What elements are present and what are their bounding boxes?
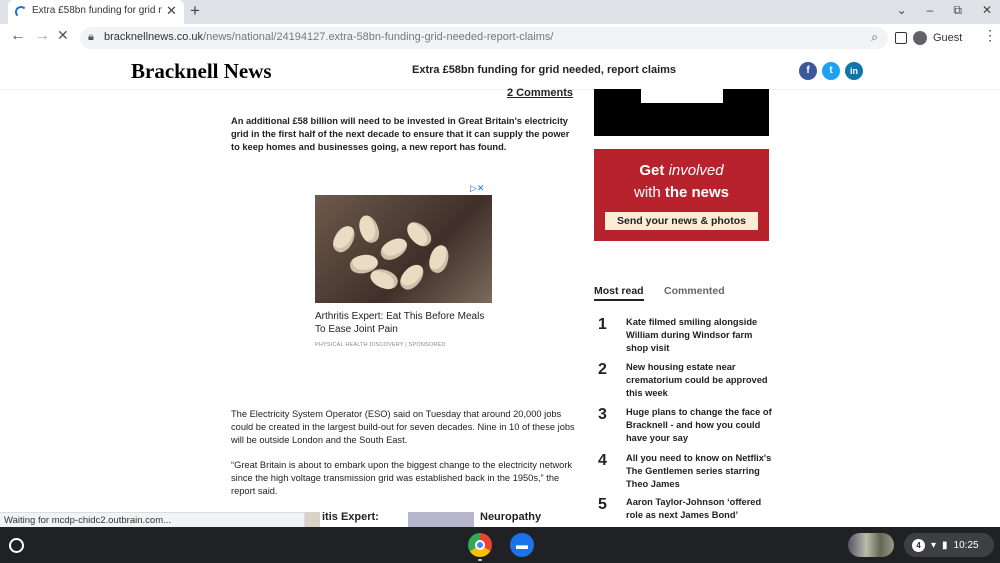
- url-text[interactable]: bracknellnews.co.uk/news/national/241941…: [104, 31, 553, 43]
- ad-image-detail: [329, 222, 359, 256]
- ad-image[interactable]: [315, 195, 492, 303]
- stop-icon[interactable]: ✕: [57, 27, 69, 44]
- address-bar[interactable]: 🔒︎ bracknellnews.co.uk/news/national/241…: [80, 27, 888, 49]
- site-logo[interactable]: Bracknell News: [131, 59, 272, 84]
- minimize-icon[interactable]: –: [927, 3, 934, 18]
- promo-line-1a: Get: [639, 162, 669, 179]
- recommendation-title[interactable]: Neuropathy: [480, 511, 541, 523]
- zoom-icon[interactable]: ⌕: [871, 30, 878, 45]
- clock: 10:25: [953, 539, 979, 551]
- ad-image-detail: [396, 260, 428, 294]
- forward-icon[interactable]: →: [34, 27, 50, 45]
- ad-image-detail: [377, 234, 411, 264]
- ad-choices-icon[interactable]: ▷✕: [470, 183, 484, 194]
- wifi-icon: ▾: [931, 539, 937, 551]
- recommendation-title[interactable]: itis Expert:: [322, 511, 379, 523]
- launcher-icon[interactable]: [9, 538, 24, 553]
- most-read-item[interactable]: Huge plans to change the face of Brackne…: [626, 406, 776, 445]
- kebab-menu-icon[interactable]: ⋮: [983, 27, 997, 44]
- facebook-icon[interactable]: f: [799, 62, 817, 80]
- tab-close-icon[interactable]: ✕: [166, 3, 177, 19]
- battery-icon: ▮: [942, 539, 948, 551]
- screen-capture-thumbnail[interactable]: [848, 533, 894, 557]
- chrome-app-icon-center: [475, 540, 485, 550]
- most-read-item[interactable]: Kate filmed smiling alongside William du…: [626, 316, 776, 355]
- running-indicator: [478, 559, 482, 561]
- promo-line-2a: with: [633, 184, 665, 201]
- promo-line-2: with the news: [594, 184, 769, 201]
- chrome-app-icon[interactable]: [468, 533, 492, 557]
- most-read-item[interactable]: All you need to know on Netflix's The Ge…: [626, 452, 776, 491]
- os-shelf: ▬ 4 ▾ ▮ 10:25: [0, 527, 1000, 563]
- status-tray[interactable]: 4 ▾ ▮ 10:25: [904, 533, 994, 557]
- ad-title[interactable]: Arthritis Expert: Eat This Before Meals …: [315, 310, 485, 336]
- profile-label[interactable]: Guest: [933, 32, 962, 44]
- restore-icon[interactable]: ⧉: [953, 3, 962, 18]
- promo-line-1: Get involved: [594, 162, 769, 179]
- tab-most-read[interactable]: Most read: [594, 285, 644, 301]
- avatar[interactable]: [913, 31, 927, 45]
- most-read-number: 3: [598, 406, 607, 423]
- ad-image-detail: [355, 212, 383, 246]
- promo-line-1b: involved: [668, 162, 724, 179]
- ad-image-detail: [426, 243, 452, 275]
- files-app-icon[interactable]: ▬: [510, 533, 534, 557]
- twitter-icon[interactable]: t: [822, 62, 840, 80]
- url-host: bracknellnews.co.uk: [104, 31, 204, 43]
- tab-commented[interactable]: Commented: [664, 285, 725, 297]
- back-icon[interactable]: ←: [10, 27, 26, 45]
- promo-line-2b: the news: [664, 184, 730, 201]
- tab-active[interactable]: Extra £58bn funding for grid nee ✕: [8, 0, 184, 24]
- sidebar-ad-inner: [641, 89, 723, 103]
- ad-image-detail: [367, 265, 401, 293]
- tab-title: Extra £58bn funding for grid nee: [32, 5, 162, 16]
- sidebar-ad[interactable]: [594, 89, 769, 136]
- ad-source: PHYSICAL HEALTH DISCOVERY | SPONSORED: [315, 342, 446, 348]
- comments-link[interactable]: 2 Comments: [507, 87, 573, 99]
- sponsored-ad[interactable]: ▷✕ Arthritis Expert: Eat This Before Mea…: [315, 182, 492, 352]
- article-paragraph: The Electricity System Operator (ESO) sa…: [231, 409, 575, 445]
- linkedin-icon[interactable]: in: [845, 62, 863, 80]
- side-panel-icon[interactable]: [895, 32, 907, 44]
- site-header: Bracknell News Extra £58bn funding for g…: [0, 52, 1000, 90]
- browser-toolbar: ← → ✕ 🔒︎ bracknellnews.co.uk/news/nation…: [0, 24, 1000, 53]
- notification-count[interactable]: 4: [912, 538, 925, 552]
- header-headline: Extra £58bn funding for grid needed, rep…: [412, 64, 677, 76]
- status-bubble: Waiting for mcdp-chidc2.outbrain.com...: [0, 512, 305, 527]
- most-read-number: 5: [598, 496, 607, 513]
- tab-search-icon[interactable]: ⌄: [897, 3, 907, 18]
- url-path: /news/national/24194127.extra-58bn-fundi…: [203, 31, 554, 43]
- send-news-button[interactable]: Send your news & photos: [605, 212, 758, 230]
- tab-strip: Extra £58bn funding for grid nee ✕ + ⌄ –…: [0, 0, 1000, 24]
- profile-area: Guest: [895, 27, 962, 49]
- article-lead: An additional £58 billion will need to b…: [231, 116, 570, 152]
- most-read-item[interactable]: Aaron Taylor-Johnson ‘offered role as ne…: [626, 496, 776, 522]
- ad-image-detail: [402, 217, 436, 251]
- most-read-number: 1: [598, 316, 607, 333]
- article-paragraph: “Great Britain is about to embark upon t…: [231, 460, 573, 496]
- most-read-number: 4: [598, 452, 607, 469]
- lock-icon[interactable]: 🔒︎: [88, 31, 94, 44]
- get-involved-promo[interactable]: Get involved with the news Send your new…: [594, 149, 769, 241]
- most-read-item[interactable]: New housing estate near crematorium coul…: [626, 361, 776, 400]
- loading-spinner-icon: [15, 6, 27, 18]
- new-tab-button[interactable]: +: [190, 1, 200, 21]
- most-read-number: 2: [598, 361, 607, 378]
- window-close-icon[interactable]: ✕: [982, 3, 992, 18]
- recommendation-thumbnail[interactable]: [408, 512, 474, 527]
- window-controls: ⌄ – ⧉ ✕: [897, 3, 992, 18]
